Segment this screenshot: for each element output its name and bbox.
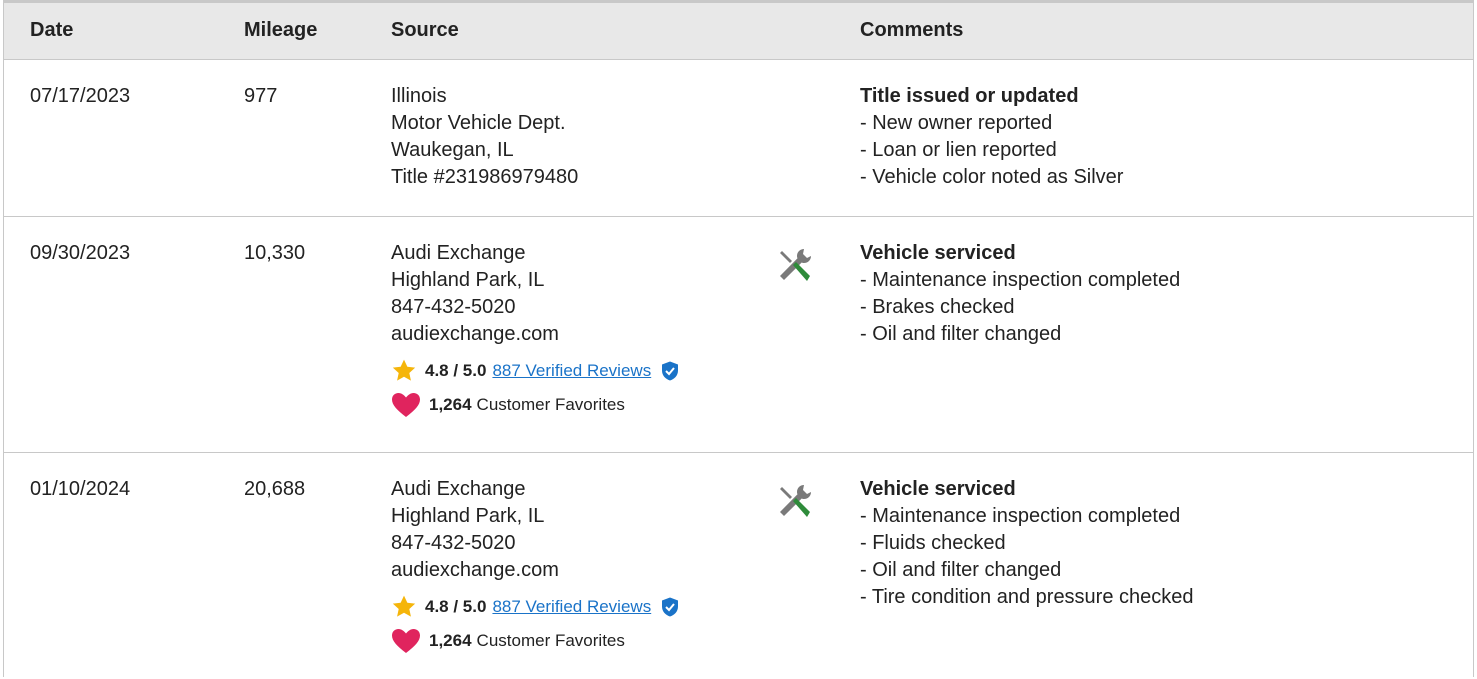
star-icon xyxy=(392,359,416,381)
row-source: Audi Exchange Highland Park, IL 847-432-… xyxy=(391,476,679,654)
row-date: 01/10/2024 xyxy=(30,478,131,500)
source-line: Waukegan, IL xyxy=(391,139,514,161)
source-line: 847-432-5020 xyxy=(391,532,516,554)
source-line: Highland Park, IL xyxy=(391,269,545,291)
comment-title: Vehicle serviced xyxy=(860,478,1016,500)
table-row: 09/30/2023 10,330 Audi Exchange Highland… xyxy=(4,217,1473,453)
wrench-screwdriver-icon xyxy=(780,485,811,517)
row-mileage: 20,688 xyxy=(244,478,306,500)
source-line: Motor Vehicle Dept. xyxy=(391,112,566,134)
dealer-rating: 4.8 / 5.0 887 Verified Reviews xyxy=(391,594,679,620)
heart-icon xyxy=(392,393,420,417)
rating-value: 4.8 / 5.0 xyxy=(425,361,487,380)
customer-favorites: 1,264 Customer Favorites xyxy=(391,628,679,654)
table-row: 07/17/2023 977 Illinois Motor Vehicle De… xyxy=(4,60,1473,217)
comment-item: - New owner reported xyxy=(860,112,1053,134)
comment-title: Title issued or updated xyxy=(860,85,1079,107)
heart-icon xyxy=(392,629,420,653)
row-date: 09/30/2023 xyxy=(30,242,131,264)
verified-reviews-link[interactable]: 887 Verified Reviews xyxy=(492,360,651,382)
row-mileage: 10,330 xyxy=(244,242,306,264)
favorites-label: Customer Favorites xyxy=(476,395,625,414)
source-line: audiexchange.com xyxy=(391,323,559,345)
customer-favorites: 1,264 Customer Favorites xyxy=(391,392,679,418)
favorites-count: 1,264 xyxy=(429,395,472,414)
vehicle-history-table: Date Mileage Source Comments 07/17/2023 … xyxy=(3,0,1474,677)
comment-item: - Tire condition and pressure checked xyxy=(860,586,1194,608)
dealer-rating: 4.8 / 5.0 887 Verified Reviews xyxy=(391,358,679,384)
source-line: Title #231986979480 xyxy=(391,166,579,188)
header-date: Date xyxy=(30,19,74,41)
comment-item: - Fluids checked xyxy=(860,532,1006,554)
favorites-count: 1,264 xyxy=(429,631,472,650)
table-row: 01/10/2024 20,688 Audi Exchange Highland… xyxy=(4,453,1473,679)
comment-item: - Brakes checked xyxy=(860,296,1015,318)
verified-shield-icon xyxy=(662,361,679,381)
comment-item: - Loan or lien reported xyxy=(860,139,1057,161)
star-icon xyxy=(392,595,416,617)
row-comments: Vehicle serviced - Maintenance inspectio… xyxy=(860,240,1180,348)
source-line: Highland Park, IL xyxy=(391,505,545,527)
source-line: Audi Exchange xyxy=(391,242,526,264)
comment-item: - Oil and filter changed xyxy=(860,559,1062,581)
source-line: 847-432-5020 xyxy=(391,296,516,318)
source-line: Audi Exchange xyxy=(391,478,526,500)
row-comments: Title issued or updated - New owner repo… xyxy=(860,83,1123,191)
table-header: Date Mileage Source Comments xyxy=(4,0,1473,60)
header-comments: Comments xyxy=(860,19,964,41)
row-mileage: 977 xyxy=(244,85,278,107)
comment-item: - Vehicle color noted as Silver xyxy=(860,166,1124,188)
row-date: 07/17/2023 xyxy=(30,85,131,107)
source-line: Illinois xyxy=(391,85,447,107)
source-line: audiexchange.com xyxy=(391,559,559,581)
comment-item: - Maintenance inspection completed xyxy=(860,505,1181,527)
comment-item: - Maintenance inspection completed xyxy=(860,269,1181,291)
header-source: Source xyxy=(391,19,459,41)
comment-title: Vehicle serviced xyxy=(860,242,1016,264)
rating-value: 4.8 / 5.0 xyxy=(425,597,487,616)
row-comments: Vehicle serviced - Maintenance inspectio… xyxy=(860,476,1194,611)
verified-reviews-link[interactable]: 887 Verified Reviews xyxy=(492,596,651,618)
verified-shield-icon xyxy=(662,597,679,617)
favorites-label: Customer Favorites xyxy=(476,631,625,650)
header-mileage: Mileage xyxy=(244,19,318,41)
row-source: Illinois Motor Vehicle Dept. Waukegan, I… xyxy=(391,83,578,191)
comment-item: - Oil and filter changed xyxy=(860,323,1062,345)
row-source: Audi Exchange Highland Park, IL 847-432-… xyxy=(391,240,679,418)
wrench-screwdriver-icon xyxy=(780,249,811,281)
